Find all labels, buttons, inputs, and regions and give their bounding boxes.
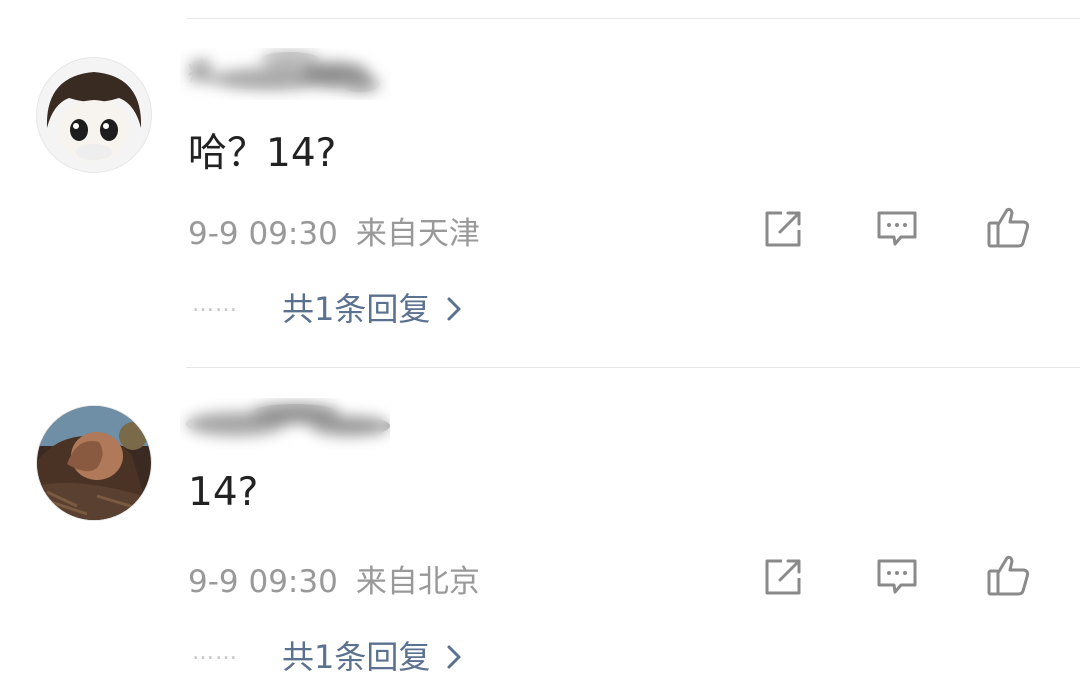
comment-location: 来自天津 [355,216,480,252]
comment-button[interactable] [874,554,920,600]
comment-text: 哈？14? [188,131,337,176]
comment-button[interactable] [874,206,920,252]
chevron-right-icon [446,640,462,678]
comment-time: 9-9 09:30 [188,216,338,252]
comment-location: 来自北京 [355,564,480,600]
comment-text: 14? [188,470,259,515]
like-icon [987,207,1030,248]
comment-item: 瘋 哈？14? 9-9 09:30 来自天津 …… 共1条回复 [0,0,1080,330]
like-icon [987,555,1030,596]
comment-time: 9-9 09:30 [188,564,338,600]
chevron-right-icon [446,292,462,330]
share-icon [765,211,801,247]
replies-count-label: 共1条回复 [282,290,431,328]
like-button[interactable] [986,552,1032,598]
username-blurred[interactable] [180,398,390,450]
user-avatar[interactable] [36,405,152,521]
photo-avatar-image [37,406,151,520]
user-avatar[interactable] [36,57,152,173]
reply-dots: …… [192,640,238,665]
cartoon-avatar-image [37,58,151,172]
comment-meta: 9-9 09:30 来自天津 [188,208,480,253]
share-button[interactable] [760,554,806,600]
reply-dots: …… [192,292,238,317]
replies-count-label: 共1条回复 [282,638,431,676]
share-icon [765,559,801,595]
comment-meta: 9-9 09:30 来自北京 [188,556,480,601]
like-button[interactable] [986,204,1032,250]
share-button[interactable] [760,206,806,252]
view-replies-link[interactable]: 共1条回复 [282,284,462,330]
comment-icon [877,559,917,594]
comment-item: 14? 9-9 09:30 来自北京 …… 共1条回复 [0,350,1080,680]
view-replies-link[interactable]: 共1条回复 [282,632,462,678]
username-blurred[interactable]: 瘋 [180,48,390,100]
comment-icon [877,211,917,246]
